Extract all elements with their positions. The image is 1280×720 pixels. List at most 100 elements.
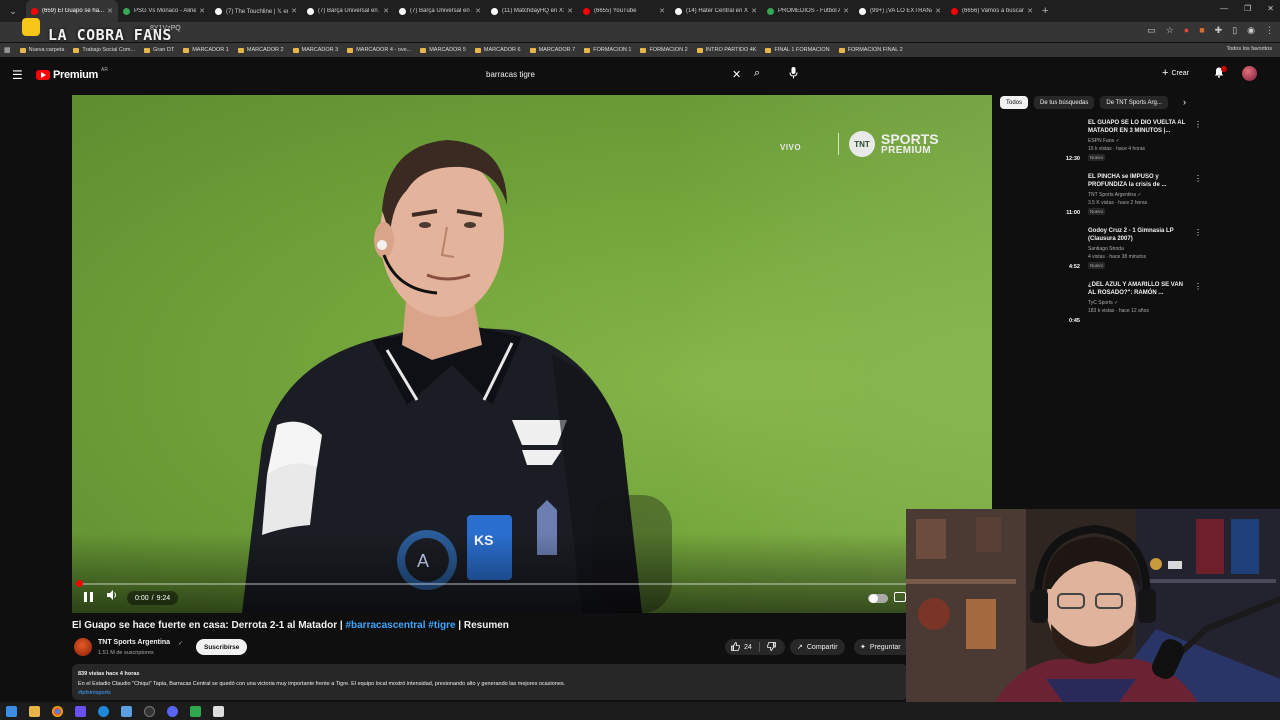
bookmark-item[interactable]: MARCADOR 2	[237, 47, 284, 53]
subscribe-button[interactable]: Suscribirse	[196, 639, 248, 655]
more-options-icon[interactable]: ⋮	[1194, 174, 1202, 183]
chevron-right-icon[interactable]: ›	[1183, 97, 1186, 107]
extensions-puzzle-icon[interactable]: ✚	[1215, 25, 1223, 36]
rec-title[interactable]: EL PINCHA se IMPUSO y PROFUNDIZA la cris…	[1088, 174, 1192, 190]
browser-tab[interactable]: (14) Hater Central en X: ...✕	[670, 0, 762, 22]
recommended-video[interactable]: 12:30 EL GUAPO SE LO DIO VUELTA AL MATADO…	[1000, 120, 1204, 172]
menu-icon[interactable]: ☰	[12, 68, 23, 82]
bookmark-item[interactable]: INTRO PARTIDO 4K	[696, 47, 756, 53]
progress-bar[interactable]	[78, 583, 986, 585]
bookmark-item[interactable]: FORMACION 2	[640, 47, 688, 53]
rec-title[interactable]: EL GUAPO SE LO DIO VUELTA AL MATADOR EN …	[1088, 120, 1192, 136]
tab-close-icon[interactable]: ✕	[383, 7, 389, 15]
bookmark-item[interactable]: Nueva carpeta	[19, 47, 64, 53]
edge-icon[interactable]	[98, 705, 109, 717]
file-explorer-icon[interactable]	[29, 705, 40, 717]
filter-chip[interactable]: De TNT Sports Arg...	[1100, 96, 1168, 109]
rec-title[interactable]: ¿DEL AZUL Y AMARILLO SE VAN AL ROSADO?":…	[1088, 282, 1192, 298]
browser-tab[interactable]: (7) Barça Universal en X: ...✕	[302, 0, 394, 22]
hashtag-link[interactable]: #barracascentral	[345, 620, 425, 631]
ask-button[interactable]: ✦ Preguntar	[854, 639, 908, 655]
close-window-icon[interactable]: ✕	[1267, 4, 1274, 13]
bookmark-star-icon[interactable]: ☆	[1166, 25, 1174, 36]
apps-grid-icon[interactable]: ▦	[4, 46, 11, 54]
rec-channel[interactable]: TNT Sports Argentina ✓	[1088, 192, 1142, 198]
bookmark-item[interactable]: MARCADOR 3	[292, 47, 338, 53]
bookmark-item[interactable]: Gran DT	[144, 47, 174, 53]
profile-icon[interactable]: ◉	[1247, 25, 1255, 36]
more-options-icon[interactable]: ⋮	[1194, 228, 1202, 237]
browser-tab[interactable]: (6655) YouTube ✕	[578, 0, 670, 22]
rec-channel[interactable]: Santiago Stroda	[1088, 246, 1124, 252]
pause-icon[interactable]	[84, 592, 98, 604]
rec-title[interactable]: Godoy Cruz 2 - 1 Gimnasia LP (Clausura 2…	[1088, 228, 1192, 244]
bookmark-item[interactable]: FINAL 1 FORMACION	[765, 47, 830, 53]
bookmark-item[interactable]: MARCADOR 1	[183, 47, 229, 53]
microphone-icon[interactable]	[789, 67, 798, 82]
tab-close-icon[interactable]: ✕	[1027, 7, 1033, 15]
more-options-icon[interactable]: ⋮	[1194, 120, 1202, 129]
autoplay-toggle[interactable]	[868, 594, 888, 603]
bookmark-item[interactable]: MARCADOR 7	[529, 47, 575, 53]
discord-icon[interactable]	[167, 705, 178, 717]
rec-channel[interactable]: TyC Sports ✓	[1088, 300, 1118, 306]
browser-tab[interactable]: (6656) Vamos a buscar lo...✕	[946, 0, 1038, 22]
tab-close-icon[interactable]: ✕	[199, 7, 205, 15]
video-thumbnail[interactable]: 12:30	[1000, 120, 1082, 166]
like-icon[interactable]	[731, 641, 740, 653]
browser-tab[interactable]: (11) MatchdayHQ en X: ...✕	[486, 0, 578, 22]
create-button[interactable]: + Crear	[1162, 67, 1189, 79]
sidebar-icon[interactable]: ▯	[1232, 25, 1237, 36]
more-options-icon[interactable]: ⋮	[1194, 282, 1202, 291]
app-icon[interactable]	[213, 705, 224, 717]
tab-close-icon[interactable]: ✕	[751, 7, 757, 15]
maximize-icon[interactable]: ❐	[1244, 4, 1251, 13]
tab-close-icon[interactable]: ✕	[107, 7, 113, 15]
extension-icon[interactable]: ●	[1184, 25, 1189, 36]
browser-tab[interactable]: (99+) ¡VA LO EXTRAÑAN! ...✕	[854, 0, 946, 22]
subtitles-icon[interactable]	[894, 592, 906, 602]
chrome-icon[interactable]	[52, 705, 63, 717]
minimize-icon[interactable]: —	[1220, 4, 1228, 13]
browser-tab[interactable]: PROMEDIOS - Futbol Arg...✕	[762, 0, 854, 22]
bookmark-item[interactable]: FORMACION 1	[584, 47, 631, 53]
video-thumbnail[interactable]: 0:45	[1000, 282, 1082, 328]
share-button[interactable]: ↗ Compartir	[790, 639, 845, 655]
start-windows-icon[interactable]	[6, 705, 17, 717]
description-hashtag[interactable]: #lpfxtntsports	[78, 690, 111, 696]
video-player[interactable]: A KS VIVO TNT SPORTS PREMIUM	[72, 95, 992, 613]
dislike-icon[interactable]	[766, 641, 776, 653]
account-avatar[interactable]	[1242, 66, 1257, 81]
bookmark-item[interactable]: MARCADOR 5	[420, 47, 466, 53]
app-icon[interactable]	[144, 705, 155, 717]
cast-icon[interactable]: ▭	[1147, 25, 1156, 36]
extension-icon[interactable]: ■	[1199, 25, 1204, 36]
bookmark-item[interactable]: Trabajo Social Com...	[73, 47, 135, 53]
app-icon[interactable]	[190, 705, 201, 717]
tab-close-icon[interactable]: ✕	[567, 7, 573, 15]
bookmark-item[interactable]: MARCADOR 4 - ove...	[347, 47, 411, 53]
tab-close-icon[interactable]: ✕	[659, 7, 665, 15]
recommended-video[interactable]: 11:00 EL PINCHA se IMPUSO y PROFUNDIZA la…	[1000, 174, 1204, 226]
video-thumbnail[interactable]: 11:00	[1000, 174, 1082, 220]
channel-name[interactable]: TNT Sports Argentina	[98, 639, 170, 646]
search-icon[interactable]: ⌕	[754, 67, 760, 80]
browser-tab[interactable]: (7) The Touchline | 𝕏 en X✕	[210, 0, 302, 22]
tab-close-icon[interactable]: ✕	[291, 7, 297, 15]
browser-menu-icon[interactable]: ⋮	[1265, 25, 1274, 36]
app-icon[interactable]	[121, 705, 132, 717]
app-icon[interactable]	[75, 705, 86, 717]
recommended-video[interactable]: 0:45 ¿DEL AZUL Y AMARILLO SE VAN AL ROSAD…	[1000, 282, 1204, 334]
all-bookmarks-link[interactable]: Todos los favoritos	[1226, 46, 1272, 52]
volume-icon[interactable]	[107, 590, 118, 603]
search-input[interactable]	[478, 69, 718, 79]
tab-close-icon[interactable]: ✕	[843, 7, 849, 15]
tab-close-icon[interactable]: ✕	[475, 7, 481, 15]
filter-chip[interactable]: Todos	[1000, 96, 1029, 109]
hashtag-link[interactable]: #tigre	[428, 620, 455, 631]
channel-avatar[interactable]	[74, 638, 92, 656]
video-thumbnail[interactable]: 4:52	[1000, 228, 1082, 274]
youtube-logo[interactable]: Premium AR	[36, 67, 108, 81]
filter-chip[interactable]: De tus búsquedas	[1034, 96, 1095, 109]
scrubber-handle[interactable]	[76, 580, 83, 587]
